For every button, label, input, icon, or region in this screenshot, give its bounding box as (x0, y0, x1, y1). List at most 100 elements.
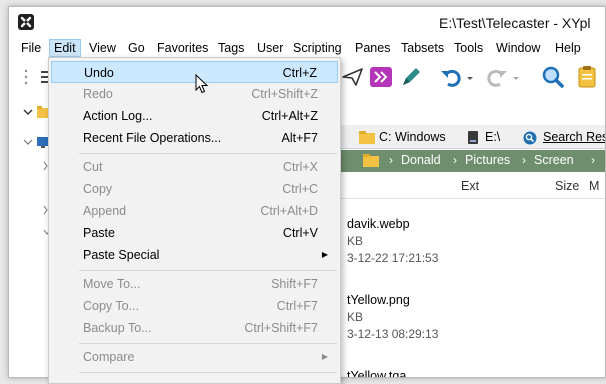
menu-item-copy-to[interactable]: Copy To... Ctrl+F7 (51, 295, 338, 317)
app-logo-icon[interactable] (18, 14, 34, 30)
menu-item-label: Move To... (83, 277, 141, 291)
chevron-right-icon: › (591, 153, 595, 167)
menu-item-label: Copy (83, 182, 113, 196)
menu-tabsets[interactable]: Tabsets (401, 40, 444, 56)
column-ext[interactable]: Ext (461, 179, 479, 193)
search-tab-icon (523, 131, 537, 150)
menu-item-label: Copy To... (83, 299, 140, 313)
tab-bar: C: Windows E:\ Search Resu (339, 125, 605, 150)
menu-separator (79, 270, 337, 271)
folder-icon (359, 131, 375, 149)
menu-item-label: Cut (83, 160, 103, 174)
menu-item-shortcut: Ctrl+C (282, 182, 318, 196)
file-name: tYellow.png (347, 293, 410, 307)
submenu-arrow-icon: ▶ (321, 250, 328, 259)
pen-icon[interactable] (399, 65, 425, 89)
menu-item-label: Recent File Operations... (83, 131, 222, 145)
menu-item-label: Compare (83, 350, 135, 364)
menu-item-shortcut: Ctrl+Z (282, 66, 317, 80)
menu-file[interactable]: File (21, 40, 41, 56)
file-name: davik.webp (347, 217, 410, 231)
menu-item-recent-file-operations[interactable]: Recent File Operations... Alt+F7 (51, 127, 338, 149)
menu-item-paste-special[interactable]: Paste Special ▶ (51, 244, 338, 266)
folder-icon[interactable] (363, 154, 379, 170)
column-size[interactable]: Size (555, 179, 579, 193)
menu-tools[interactable]: Tools (454, 40, 483, 56)
menu-panes[interactable]: Panes (355, 40, 390, 56)
menu-user[interactable]: User (257, 40, 283, 56)
file-size: KB (347, 310, 364, 324)
menu-item-shortcut: Ctrl+Alt+Z (261, 109, 318, 123)
column-modified[interactable]: M (589, 179, 599, 193)
submenu-arrow-icon: ▶ (321, 352, 328, 361)
tree-pane (9, 95, 51, 377)
redo-icon[interactable] (485, 65, 511, 89)
menu-item-shortcut: Ctrl+X (282, 160, 318, 174)
column-headers: Ext Size M (339, 173, 605, 199)
chevron-right-icon: › (453, 153, 457, 167)
menu-item-move-to[interactable]: Move To... Shift+F7 (51, 273, 338, 295)
tab-c-windows[interactable]: C: Windows (353, 128, 459, 148)
undo-dropdown-icon[interactable] (465, 65, 477, 89)
menu-item-label: Paste Special (83, 248, 160, 262)
breadcrumb-item[interactable]: Donald (401, 153, 441, 167)
menu-item-shortcut: Ctrl+V (282, 226, 318, 240)
breadcrumb-item[interactable]: Pictures (465, 153, 510, 167)
breadcrumb-item[interactable]: Screen (534, 153, 574, 167)
menu-item-append[interactable]: Append Ctrl+Alt+D (51, 200, 338, 222)
menu-item-shortcut: Shift+F7 (271, 277, 318, 291)
menu-item-shortcut: Ctrl+Shift+Z (251, 87, 318, 101)
edit-menu-dropdown: Undo Ctrl+Z Redo Ctrl+Shift+Z Action Log… (48, 57, 341, 384)
menu-item-shortcut: Alt+F7 (281, 131, 318, 145)
mouse-cursor-icon (195, 73, 209, 97)
menu-separator (79, 372, 337, 373)
undo-icon[interactable] (439, 65, 465, 89)
tree-expander-icon[interactable] (23, 137, 33, 150)
menu-item-cut[interactable]: Cut Ctrl+X (51, 156, 338, 178)
menu-item-label: Undo (84, 66, 114, 80)
tab-search-results[interactable]: Search Resu (519, 128, 605, 150)
file-name: tYellow.tga (347, 369, 407, 378)
menu-window[interactable]: Window (496, 40, 540, 56)
menu-item-backup-to[interactable]: Backup To... Ctrl+Shift+F7 (51, 317, 338, 339)
menu-item-shortcut: Ctrl+Alt+D (260, 204, 318, 218)
menu-scripting[interactable]: Scripting (293, 40, 342, 56)
file-date: 3-12-22 17:21:53 (347, 251, 439, 265)
search-icon[interactable] (541, 65, 567, 89)
menu-item-label: Append (83, 204, 127, 218)
menu-item-label: Action Log... (83, 109, 153, 123)
menu-item-label: Paste (83, 226, 115, 240)
menu-item-action-log[interactable]: Action Log... Ctrl+Alt+Z (51, 105, 338, 127)
menu-item-copy[interactable]: Copy Ctrl+C (51, 178, 338, 200)
menu-item-paste[interactable]: Paste Ctrl+V (51, 222, 338, 244)
tab-label: Search Resu (543, 130, 605, 144)
xyplorer-arrow-icon[interactable] (369, 65, 395, 89)
menu-separator (79, 153, 337, 154)
chevron-right-icon: › (389, 153, 393, 167)
chevron-right-icon: › (522, 153, 526, 167)
tab-e-drive[interactable]: E:\ (463, 128, 511, 148)
drive-icon (467, 131, 479, 149)
menu-view[interactable]: View (89, 40, 116, 56)
menu-help[interactable]: Help (555, 40, 581, 56)
redo-dropdown-icon[interactable] (511, 65, 523, 89)
menu-item-shortcut: Ctrl+F7 (276, 299, 318, 313)
breadcrumb: › Donald › Pictures › Screen › (339, 150, 605, 172)
menu-item-shortcut: Ctrl+Shift+F7 (244, 321, 318, 335)
clipboard-icon[interactable] (575, 65, 601, 89)
menu-tags[interactable]: Tags (218, 40, 244, 56)
title-bar: E:\Test\Telecaster - XYpl (9, 7, 605, 39)
window-title: E:\Test\Telecaster - XYpl (439, 15, 591, 31)
menu-item-compare[interactable]: Compare ▶ (51, 346, 338, 368)
file-list: davik.webp KB 3-12-22 17:21:53 tYellow.p… (339, 199, 605, 378)
menu-item-label: Redo (83, 87, 113, 101)
menu-bar: File Edit View Go Favorites Tags User Sc… (9, 39, 605, 57)
menu-edit[interactable]: Edit (49, 39, 81, 57)
menu-item-label: Backup To... (83, 321, 152, 335)
menu-go[interactable]: Go (128, 40, 145, 56)
tab-label: E:\ (485, 130, 501, 144)
send-icon[interactable] (341, 65, 367, 89)
menu-favorites[interactable]: Favorites (157, 40, 208, 56)
file-size: KB (347, 234, 364, 248)
chevron-down-icon[interactable] (23, 107, 33, 120)
